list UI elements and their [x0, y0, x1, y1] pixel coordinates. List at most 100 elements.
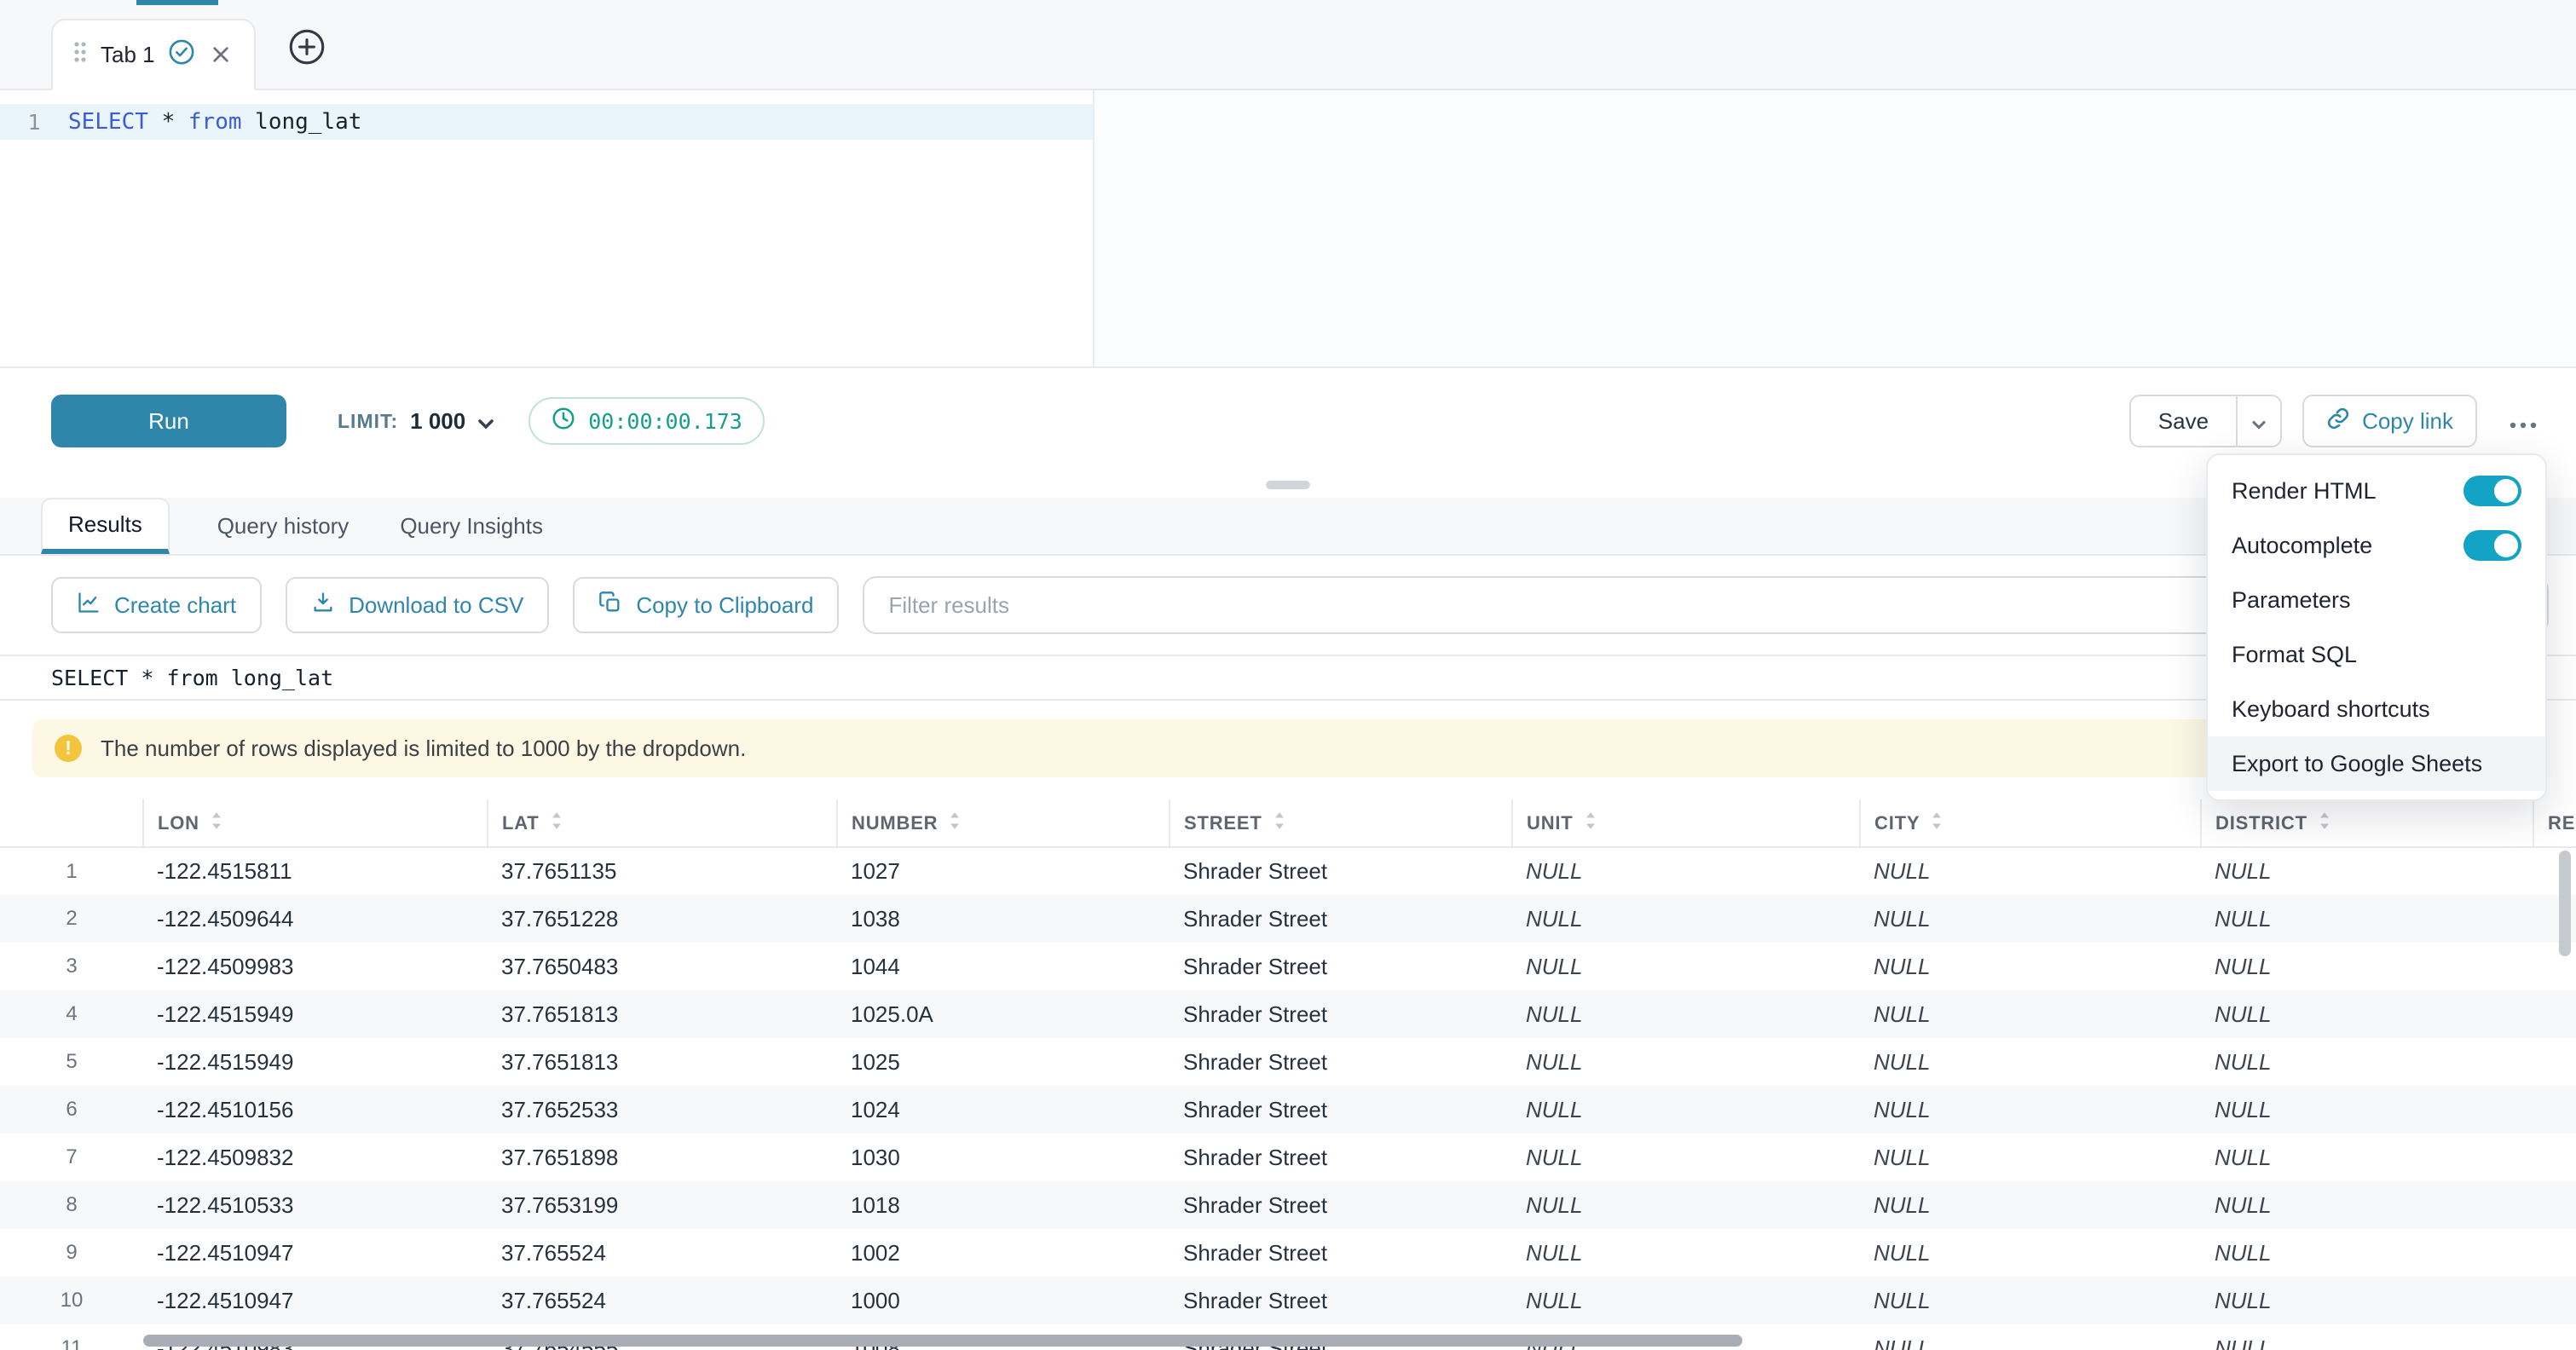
tab-results[interactable]: Results: [41, 498, 170, 554]
save-dropdown-button[interactable]: [2236, 395, 2282, 447]
cell-lat: 37.7651135: [488, 847, 837, 895]
cell-district: NULL: [2201, 1038, 2533, 1086]
cell-unit: NULL: [1512, 847, 1860, 895]
header-city[interactable]: CITY: [1860, 799, 2201, 847]
row-number: 8: [0, 1181, 143, 1229]
render-html-toggle[interactable]: [2463, 476, 2521, 506]
cell-lon: -122.4515811: [143, 847, 488, 895]
code-pane[interactable]: 1 SELECT * from long_lat: [0, 90, 1093, 366]
save-button[interactable]: Save: [2129, 395, 2236, 447]
cell-lat: 37.765524: [488, 1229, 837, 1277]
cell-street: Shrader Street: [1170, 943, 1512, 990]
cell-street: Shrader Street: [1170, 990, 1512, 1038]
create-chart-label: Create chart: [114, 592, 236, 619]
cell-number: 1030: [837, 1134, 1170, 1181]
cell-district: NULL: [2201, 847, 2533, 895]
table-row[interactable]: 7 -122.4509832 37.7651898 1030 Shrader S…: [0, 1134, 2576, 1181]
header-row-number: [0, 799, 143, 847]
cell-lon: -122.4509983: [143, 943, 488, 990]
sql-editor[interactable]: 1 SELECT * from long_lat: [0, 90, 2576, 368]
close-tab-icon[interactable]: [208, 42, 234, 67]
drag-handle-icon[interactable]: [73, 41, 87, 69]
cell-lon: -122.4510533: [143, 1181, 488, 1229]
cell-city: NULL: [1860, 943, 2201, 990]
active-tab-accent: [136, 0, 218, 5]
cell-number: 1000: [837, 1277, 1170, 1324]
sql-keyword: SELECT: [68, 109, 148, 135]
menu-item-label: Export to Google Sheets: [2232, 751, 2482, 777]
table-row[interactable]: 2 -122.4509644 37.7651228 1038 Shrader S…: [0, 895, 2576, 943]
tab-query-insights[interactable]: Query Insights: [396, 498, 546, 554]
header-lon[interactable]: LON: [143, 799, 488, 847]
row-number: 6: [0, 1086, 143, 1134]
menu-item-render-html[interactable]: Render HTML: [2208, 464, 2545, 518]
header-unit[interactable]: UNIT: [1512, 799, 1860, 847]
cell-re: [2533, 1181, 2576, 1229]
warning-text: The number of rows displayed is limited …: [101, 736, 746, 762]
pane-resize-handle[interactable]: [1266, 481, 1310, 489]
header-number[interactable]: NUMBER: [837, 799, 1170, 847]
cell-lon: -122.4515949: [143, 990, 488, 1038]
sort-icon[interactable]: [2318, 811, 2331, 835]
chevron-down-icon: [477, 406, 494, 437]
code-line-1[interactable]: 1 SELECT * from long_lat: [0, 104, 1093, 140]
sort-icon[interactable]: [1584, 811, 1597, 835]
autocomplete-toggle[interactable]: [2463, 530, 2521, 561]
run-button[interactable]: Run: [51, 395, 286, 447]
header-lat[interactable]: LAT: [488, 799, 837, 847]
table-row[interactable]: 1 -122.4515811 37.7651135 1027 Shrader S…: [0, 847, 2576, 895]
cell-lat: 37.7653199: [488, 1181, 837, 1229]
copy-link-button[interactable]: Copy link: [2302, 395, 2477, 447]
header-street[interactable]: STREET: [1170, 799, 1512, 847]
cell-city: NULL: [1860, 1038, 2201, 1086]
sort-icon[interactable]: [1930, 811, 1944, 835]
more-options-button[interactable]: [2498, 395, 2549, 447]
table-row[interactable]: 6 -122.4510156 37.7652533 1024 Shrader S…: [0, 1086, 2576, 1134]
cell-city: NULL: [1860, 1277, 2201, 1324]
menu-item-parameters[interactable]: Parameters: [2208, 573, 2545, 627]
tab-tab1[interactable]: Tab 1: [51, 19, 256, 90]
add-tab-button[interactable]: [285, 27, 329, 72]
menu-item-keyboard-shortcuts[interactable]: Keyboard shortcuts: [2208, 682, 2545, 736]
chevron-down-icon: [2251, 406, 2267, 437]
editor-tab-bar: Tab 1: [0, 0, 2576, 90]
sql-text: *: [148, 109, 188, 135]
table-row[interactable]: 9 -122.4510947 37.765524 1002 Shrader St…: [0, 1229, 2576, 1277]
cell-district: NULL: [2201, 943, 2533, 990]
row-limit-warning-banner: ! The number of rows displayed is limite…: [32, 719, 2540, 777]
table-row[interactable]: 5 -122.4515949 37.7651813 1025 Shrader S…: [0, 1038, 2576, 1086]
cell-re: [2533, 1229, 2576, 1277]
create-chart-button[interactable]: Create chart: [51, 577, 262, 633]
download-csv-button[interactable]: Download to CSV: [286, 577, 549, 633]
table-row[interactable]: 10 -122.4510947 37.765524 1000 Shrader S…: [0, 1277, 2576, 1324]
tab-query-history[interactable]: Query history: [214, 498, 353, 554]
header-re[interactable]: RE: [2533, 799, 2576, 847]
menu-item-autocomplete[interactable]: Autocomplete: [2208, 518, 2545, 573]
cell-district: NULL: [2201, 1277, 2533, 1324]
horizontal-scrollbar[interactable]: [143, 1335, 1742, 1347]
sort-icon[interactable]: [1273, 811, 1286, 835]
cell-number: 1025.0A: [837, 990, 1170, 1038]
sql-keyword: from: [188, 109, 242, 135]
cell-street: Shrader Street: [1170, 895, 1512, 943]
vertical-scrollbar[interactable]: [2559, 851, 2571, 956]
cell-street: Shrader Street: [1170, 1229, 1512, 1277]
table-row[interactable]: 4 -122.4515949 37.7651813 1025.0A Shrade…: [0, 990, 2576, 1038]
sort-icon[interactable]: [948, 811, 962, 835]
table-row[interactable]: 3 -122.4509983 37.7650483 1044 Shrader S…: [0, 943, 2576, 990]
sort-icon[interactable]: [210, 811, 223, 835]
cell-unit: NULL: [1512, 895, 1860, 943]
copy-to-clipboard-button[interactable]: Copy to Clipboard: [573, 577, 839, 633]
query-toolbar: Run LIMIT: 1 000 00:00:00.173 Save: [0, 368, 2576, 474]
ellipsis-icon: [2510, 408, 2537, 435]
column-label: STREET: [1184, 812, 1262, 834]
cell-street: Shrader Street: [1170, 847, 1512, 895]
sort-icon[interactable]: [550, 811, 563, 835]
menu-item-format-sql[interactable]: Format SQL: [2208, 627, 2545, 682]
column-label: DISTRICT: [2215, 812, 2307, 834]
menu-item-export-google-sheets[interactable]: Export to Google Sheets: [2208, 736, 2545, 791]
limit-dropdown[interactable]: LIMIT: 1 000: [338, 406, 494, 437]
table-row[interactable]: 8 -122.4510533 37.7653199 1018 Shrader S…: [0, 1181, 2576, 1229]
header-district[interactable]: DISTRICT: [2201, 799, 2533, 847]
cell-number: 1025: [837, 1038, 1170, 1086]
